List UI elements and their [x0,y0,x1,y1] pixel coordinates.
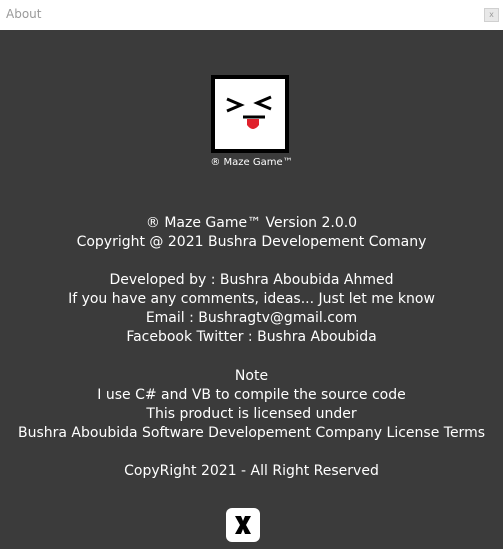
about-panel: ® Maze Game™ ® Maze Game™ Version 2.0.0 … [0,30,503,549]
email-line: Email : Bushragtv@gmail.com [145,310,358,326]
note-line-1: I use C# and VB to compile the source co… [97,387,406,403]
logo-caption: ® Maze Game™ [210,157,293,168]
company-copyright-line: Copyright @ 2021 Bushra Developement Com… [76,234,427,250]
close-x-icon [235,516,251,534]
comments-line: If you have any comments, ideas... Just … [68,291,435,307]
social-line: Facebook Twitter : Bushra Aboubida [126,329,377,345]
note-line-3: Bushra Aboubida Software Developement Co… [17,425,485,441]
version-block: ® Maze Game™ Version 2.0.0 Copyright @ 2… [0,214,503,252]
copyright-line: CopyRight 2021 - All Right Reserved [124,463,379,479]
window-close-button[interactable]: x [484,8,499,22]
developer-line: Developed by : Bushra Aboubida Ahmed [109,272,394,288]
note-heading: Note [234,368,269,384]
developer-block: Developed by : Bushra Aboubida Ahmed If … [0,271,503,347]
note-line-2: This product is licensed under [146,406,357,422]
close-button[interactable] [226,508,260,542]
title-bar: About x [0,0,503,30]
window-title: About [6,7,42,21]
version-line: ® Maze Game™ Version 2.0.0 [145,215,358,231]
maze-face-logo-icon [211,75,289,153]
note-block: Note I use C# and VB to compile the sour… [0,367,503,443]
